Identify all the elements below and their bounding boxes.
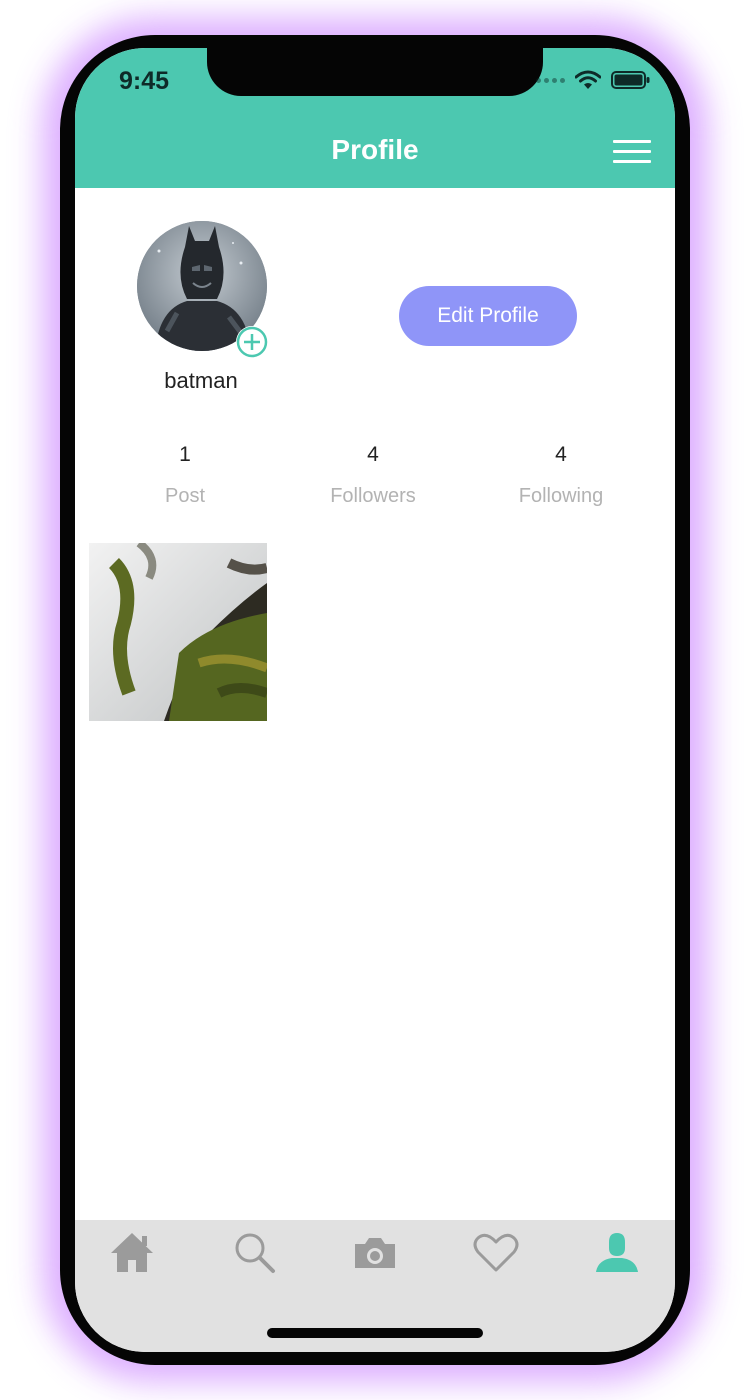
status-time: 9:45 (119, 67, 170, 95)
header-bar: 9:45 Profile (75, 48, 675, 188)
home-indicator (267, 1328, 483, 1338)
stat-posts[interactable]: 1 Post (115, 443, 255, 508)
stat-posts-count: 1 (179, 443, 191, 466)
cellular-signal-icon (536, 77, 565, 83)
username: batman (164, 368, 238, 393)
plus-circle-icon (236, 326, 268, 358)
wifi-icon (575, 70, 601, 89)
stat-posts-label: Post (164, 485, 206, 507)
notch (207, 48, 543, 96)
profile-icon[interactable] (592, 1230, 642, 1274)
post-thumbnail[interactable] (89, 543, 267, 721)
home-icon[interactable] (107, 1230, 157, 1274)
edit-profile-button[interactable]: Edit Profile (399, 286, 577, 346)
stat-following-label: Following (518, 485, 604, 507)
status-icons (536, 70, 651, 90)
camera-icon[interactable] (350, 1230, 400, 1274)
stat-following[interactable]: 4 Following (491, 443, 631, 508)
stat-followers[interactable]: 4 Followers (303, 443, 443, 508)
stat-following-count: 4 (555, 443, 567, 466)
page-title: Profile (331, 134, 419, 165)
hamburger-menu-icon[interactable] (613, 140, 651, 164)
phone-screen: 9:45 Profile batman Edit Profile 1 Post … (75, 48, 675, 1352)
stat-followers-label: Followers (330, 485, 416, 507)
battery-icon (611, 71, 650, 89)
search-icon[interactable] (229, 1230, 279, 1274)
add-photo-button[interactable] (236, 326, 268, 358)
stat-followers-count: 4 (367, 443, 379, 466)
heart-icon[interactable] (471, 1230, 521, 1274)
